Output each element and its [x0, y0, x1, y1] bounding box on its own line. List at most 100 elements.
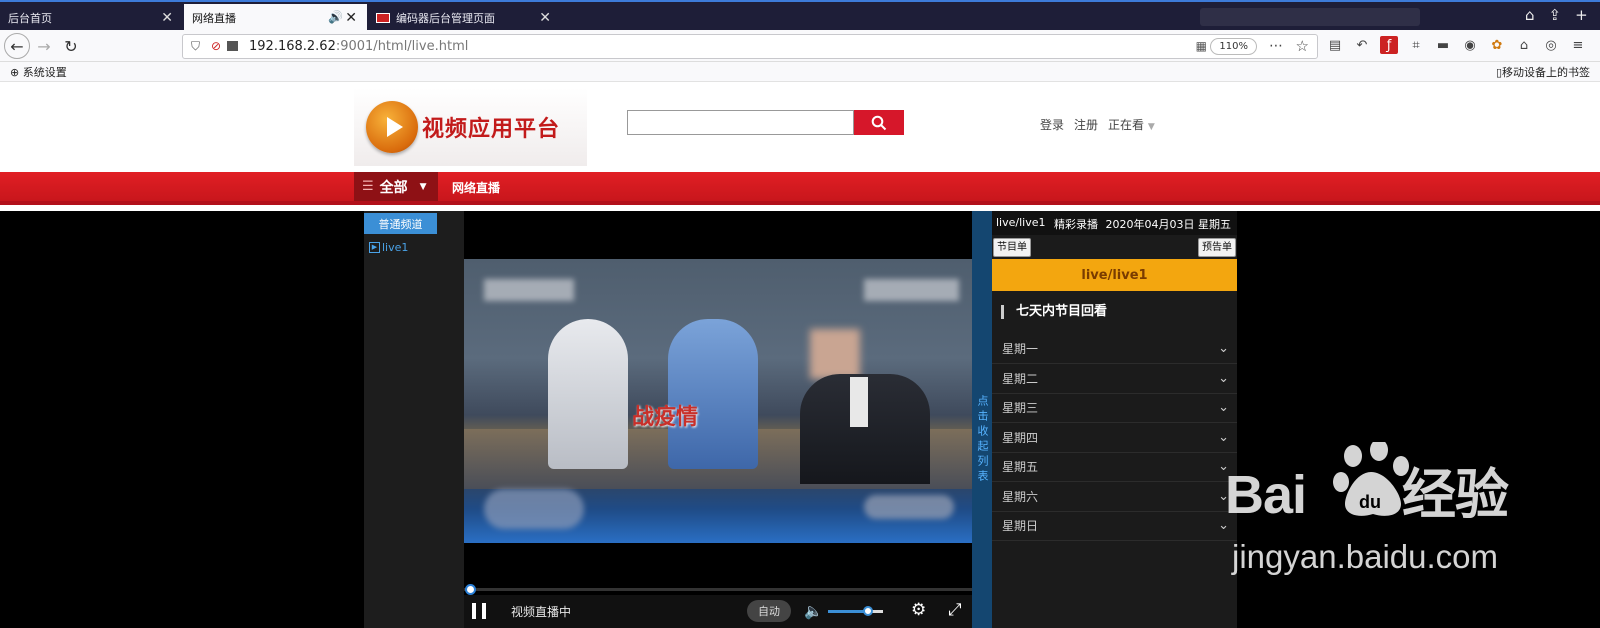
page-icon — [227, 41, 238, 51]
schedule-panel: live/live1 精彩录播 2020年04月03日 星期五 节目单 预告单 … — [992, 211, 1237, 628]
volume-icon[interactable]: 🔈 — [804, 602, 823, 620]
close-icon[interactable]: ✕ — [539, 10, 551, 26]
reload-icon[interactable]: ↻ — [59, 35, 83, 57]
url-path: :9001/html/live.html — [335, 39, 469, 54]
watermark-bai: Bai — [1225, 465, 1307, 525]
fullscreen-icon[interactable]: ⤢ — [948, 600, 962, 620]
tab-label: 编码器后台管理页面 — [396, 12, 495, 25]
qr-code-icon[interactable]: ▦ — [1196, 39, 1207, 53]
account-icon[interactable]: ◎ — [1542, 36, 1560, 54]
quality-button[interactable]: 自动 — [747, 600, 791, 622]
progress-handle[interactable] — [465, 584, 476, 595]
watching-dropdown[interactable]: 正在看 ▼ — [1108, 116, 1155, 133]
tab-live-stream[interactable]: 网络直播 🔊 ✕ — [184, 4, 367, 32]
shield-icon[interactable]: ⛉ — [191, 39, 200, 54]
chevron-down-icon: ⌄ — [1218, 341, 1229, 356]
video-player[interactable]: 战疫情 视频直播中 自动 🔈 ⚙ ⤢ — [464, 211, 972, 628]
tab-normal-channels[interactable]: 普通频道 — [364, 213, 437, 234]
volume-slider[interactable] — [828, 606, 883, 616]
user-links: 登录 注册 正在看 ▼ — [1040, 116, 1155, 133]
tab-backend-home[interactable]: 后台首页 ✕ — [0, 4, 183, 32]
pause-icon[interactable] — [472, 603, 486, 619]
chevron-down-icon: ⌄ — [1218, 429, 1229, 445]
day-row[interactable]: 星期一 ⌄ — [992, 335, 1237, 364]
figure-blue-suit — [668, 319, 758, 469]
chat-icon[interactable]: ◉ — [1461, 36, 1479, 54]
share-icon[interactable]: ⇪ — [1549, 6, 1562, 24]
login-link[interactable]: 登录 — [1040, 116, 1064, 133]
address-bar[interactable]: ⛉ ⊘ 192.168.2.62:9001/html/live.html ▦ 1… — [182, 34, 1318, 59]
volume-handle[interactable] — [863, 606, 874, 616]
baidu-paw-icon: du — [1333, 442, 1409, 516]
current-channel-bar[interactable]: live/live1 — [992, 259, 1237, 291]
day-row[interactable]: 星期二 ⌄ — [992, 365, 1237, 394]
new-tab-icon[interactable]: + — [1575, 6, 1588, 24]
screenshot-icon[interactable]: ▬ — [1434, 36, 1452, 54]
all-categories-button[interactable]: ☰ 全部 ▼ — [354, 172, 438, 201]
play-icon: ▶ — [369, 242, 380, 253]
tab-label: 后台首页 — [8, 12, 52, 25]
caret-down-icon: ▼ — [1147, 122, 1155, 132]
more-icon[interactable]: ⋯ — [1269, 38, 1283, 54]
bookmark-settings[interactable]: ⊕ 系统设置 — [10, 64, 67, 80]
day-label: 星期五 — [1002, 460, 1039, 474]
blurred-logo — [864, 279, 959, 301]
day-row[interactable]: 星期六 ⌄ — [992, 483, 1237, 512]
window-controls: ⌂ ⇪ + — [1525, 6, 1588, 24]
day-row[interactable]: 星期五 ⌄ — [992, 453, 1237, 482]
progress-bar[interactable] — [464, 588, 972, 591]
schedule-header: live/live1 精彩录播 2020年04月03日 星期五 — [992, 211, 1237, 235]
back-icon[interactable]: ← — [4, 33, 30, 59]
sidebar-icon[interactable]: ▤ — [1326, 36, 1344, 54]
blurred-badge — [864, 495, 954, 519]
bookmark-mobile[interactable]: ▯移动设备上的书签 — [1496, 64, 1590, 80]
svg-text:du: du — [1359, 492, 1381, 512]
day-label: 星期四 — [1002, 430, 1039, 445]
search-button[interactable] — [854, 110, 904, 135]
preview-list-button[interactable]: 预告单 — [1198, 238, 1236, 257]
blurred-face — [810, 329, 860, 379]
close-icon[interactable]: ✕ — [161, 10, 173, 26]
menu-icon[interactable]: ≡ — [1569, 36, 1587, 54]
home-icon[interactable]: ⌂ — [1525, 6, 1535, 24]
insecure-lock-icon[interactable]: ⊘ — [211, 39, 221, 53]
flash-icon[interactable]: ƒ — [1380, 36, 1398, 54]
register-link[interactable]: 注册 — [1074, 116, 1098, 133]
program-list-button[interactable]: 节目单 — [993, 238, 1031, 257]
url-text[interactable]: 192.168.2.62:9001/html/live.html — [249, 39, 468, 54]
watermark-url: jingyan.baidu.com — [1232, 538, 1498, 575]
tab-encoder-admin[interactable]: 编码器后台管理页面 ✕ — [368, 4, 561, 32]
channel-name: live/live1 — [996, 216, 1046, 229]
extension-icon[interactable]: ✿ — [1488, 36, 1506, 54]
speaker-icon[interactable]: 🔊 — [328, 10, 343, 24]
site-logo[interactable]: 视频应用平台 — [354, 88, 587, 166]
collapse-label: 点击收起列表 — [976, 395, 989, 485]
day-label: 星期三 — [1002, 401, 1039, 415]
day-row[interactable]: 星期三 ⌄ — [992, 394, 1237, 423]
caret-down-icon: ▼ — [419, 181, 427, 192]
close-icon[interactable]: ✕ — [345, 10, 357, 26]
nav-live-link[interactable]: 网络直播 — [452, 179, 500, 196]
settings-gear-icon[interactable]: ⚙ — [911, 600, 926, 620]
undo-icon[interactable]: ↶ — [1353, 36, 1371, 54]
watching-label: 正在看 — [1108, 118, 1145, 132]
zoom-level[interactable]: 110% — [1210, 38, 1257, 55]
collapse-list-toggle[interactable]: 点击收起列表 — [972, 211, 992, 628]
day-row[interactable]: 星期四 ⌄ — [992, 424, 1237, 453]
crop-icon[interactable]: ⌗ — [1407, 36, 1425, 54]
forward-icon[interactable]: → — [32, 35, 56, 57]
player-controls: 视频直播中 自动 🔈 ⚙ ⤢ — [464, 595, 972, 628]
search-input[interactable] — [627, 110, 854, 135]
store-icon[interactable]: ⌂ — [1515, 36, 1533, 54]
video-frame[interactable]: 战疫情 — [464, 259, 972, 543]
bookmark-label: 系统设置 — [22, 66, 67, 79]
globe-icon: ⊕ — [10, 66, 20, 79]
date-text: 2020年04月03日 星期五 — [1105, 218, 1232, 231]
url-host: 192.168.2.62 — [249, 39, 336, 54]
play-logo-icon — [366, 101, 418, 153]
blurred-badge — [484, 489, 584, 529]
channel-panel: 普通频道 ▶ live1 — [364, 211, 464, 628]
bookmark-star-icon[interactable]: ☆ — [1296, 37, 1309, 55]
day-row[interactable]: 星期日 ⌄ — [992, 512, 1237, 541]
channel-item-live1[interactable]: ▶ live1 — [369, 241, 408, 254]
